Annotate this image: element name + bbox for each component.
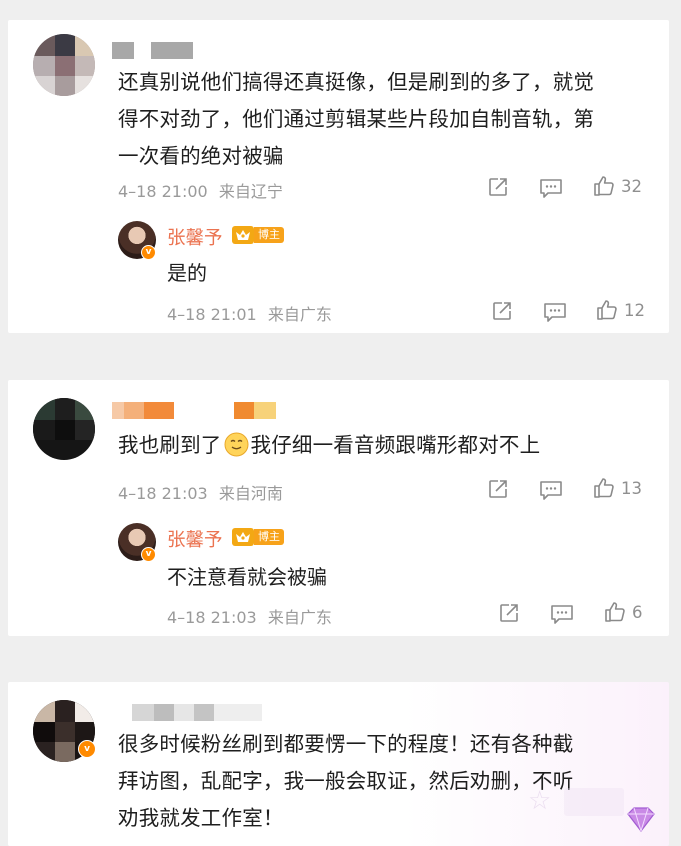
comment-meta: 4–18 21:00 来自辽宁	[118, 178, 283, 202]
comment-icon	[540, 179, 562, 198]
comment-icon	[540, 481, 562, 500]
comment-text: 我也刷到了 我仔细一看音频跟嘴形都对不上	[118, 432, 541, 457]
reply-share-button[interactable]	[498, 602, 520, 624]
crown-icon	[232, 528, 254, 546]
comment-card-3: v 很多时候粉丝刷到都要愣一下的程度！还有各种截 拜访图，乱配字，我一般会取证，…	[8, 682, 669, 846]
share-icon	[489, 178, 507, 196]
comment-card-1: 还真别说他们搞得还真挺像，但是刷到的多了，就觉 得不对劲了，他们通过剪辑某些片段…	[8, 20, 669, 333]
comment-text: 很多时候粉丝刷到都要愣一下的程度！还有各种截 拜访图，乱配字，我一般会取证，然后…	[118, 732, 574, 830]
like-button[interactable]: 32	[592, 174, 642, 198]
share-icon	[493, 302, 511, 320]
reply-comment-button[interactable]	[543, 301, 567, 323]
verified-badge-icon: v	[141, 547, 156, 562]
comment-location: 来自辽宁	[218, 182, 283, 201]
reply-comment-button[interactable]	[550, 603, 574, 625]
reply-location: 来自广东	[267, 608, 332, 627]
reply-author-name[interactable]: 张馨予	[167, 526, 223, 552]
commenter-avatar[interactable]	[33, 398, 95, 460]
comment-text: 还真别说他们搞得还真挺像，但是刷到的多了，就觉 得不对劲了，他们通过剪辑某些片段…	[118, 70, 595, 168]
reply-meta: 4–18 21:03 来自广东	[167, 604, 332, 628]
comment-button[interactable]	[539, 479, 563, 501]
reply-location: 来自广东	[267, 305, 332, 324]
reply-author-name[interactable]: 张馨予	[167, 224, 223, 250]
reply-like-button[interactable]: 12	[595, 298, 645, 322]
verified-badge-icon: v	[141, 245, 156, 260]
comment-icon	[551, 605, 573, 624]
blogger-badge: 博主	[232, 528, 284, 546]
comment-button[interactable]	[539, 177, 563, 199]
reply-text: 不注意看就会被骗	[167, 565, 327, 589]
like-button[interactable]: 13	[592, 476, 642, 500]
verified-badge-icon: v	[78, 740, 96, 758]
reply-time: 4–18 21:03	[167, 608, 257, 627]
like-count: 12	[624, 300, 645, 320]
reply-text: 是的	[167, 261, 207, 285]
reply-meta: 4–18 21:01 来自广东	[167, 301, 332, 325]
like-icon	[605, 602, 625, 622]
reply-like-button[interactable]: 6	[603, 600, 643, 624]
like-icon	[594, 478, 614, 498]
like-count: 32	[621, 176, 642, 196]
share-button[interactable]	[487, 176, 509, 198]
like-icon	[594, 176, 614, 196]
reply-time: 4–18 21:01	[167, 305, 257, 324]
share-icon	[489, 480, 507, 498]
comment-location: 来自河南	[218, 484, 283, 503]
share-icon	[500, 604, 518, 622]
share-button[interactable]	[487, 478, 509, 500]
comment-time: 4–18 21:03	[118, 484, 208, 503]
smiling-face-emoji	[224, 432, 248, 457]
crown-icon	[232, 226, 254, 244]
reply-share-button[interactable]	[491, 300, 513, 322]
comment-meta: 4–18 21:03 来自河南	[118, 480, 283, 504]
like-icon	[597, 300, 617, 320]
comment-card-2: 我也刷到了 我仔细一看音频跟嘴形都对不上 4–18 21:03 来自河南 13 v…	[8, 380, 669, 636]
like-count: 6	[632, 602, 643, 622]
commenter-avatar[interactable]	[33, 34, 95, 96]
like-count: 13	[621, 478, 642, 498]
comment-time: 4–18 21:00	[118, 182, 208, 201]
blogger-badge: 博主	[232, 226, 284, 244]
watermark-logo: ☆	[528, 786, 668, 842]
comment-icon	[544, 303, 566, 322]
